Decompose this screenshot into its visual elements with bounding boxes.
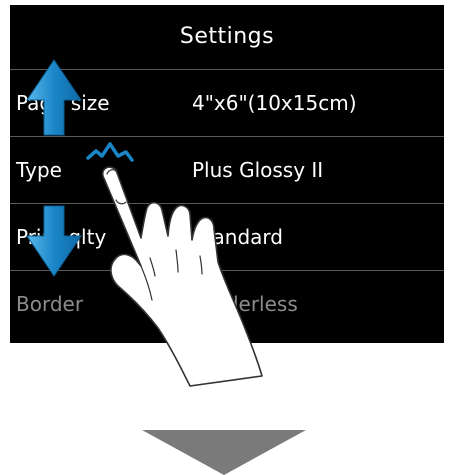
- setting-label: Print qlty: [16, 225, 107, 249]
- setting-label: Page size: [16, 91, 110, 115]
- setting-label: Type: [16, 158, 62, 182]
- instruction-figure: Settings Page size 4"x6"(10x15cm) Type P…: [0, 0, 452, 475]
- setting-value: Borderless: [192, 292, 298, 316]
- setting-value: Plus Glossy II: [192, 158, 324, 182]
- printer-lcd-screen: Settings Page size 4"x6"(10x15cm) Type P…: [10, 5, 444, 343]
- setting-value: 4"x6"(10x15cm): [192, 91, 357, 115]
- setting-row-type[interactable]: Type Plus Glossy II: [10, 136, 444, 203]
- setting-label: Border: [16, 292, 84, 316]
- screen-title: Settings: [179, 24, 275, 49]
- setting-row-print-quality[interactable]: Print qlty Standard: [10, 203, 444, 270]
- next-step-arrow-icon: [142, 430, 306, 475]
- setting-row-page-size[interactable]: Page size 4"x6"(10x15cm): [10, 69, 444, 136]
- setting-row-border[interactable]: Border Borderless: [10, 270, 444, 344]
- setting-value: Standard: [192, 225, 283, 249]
